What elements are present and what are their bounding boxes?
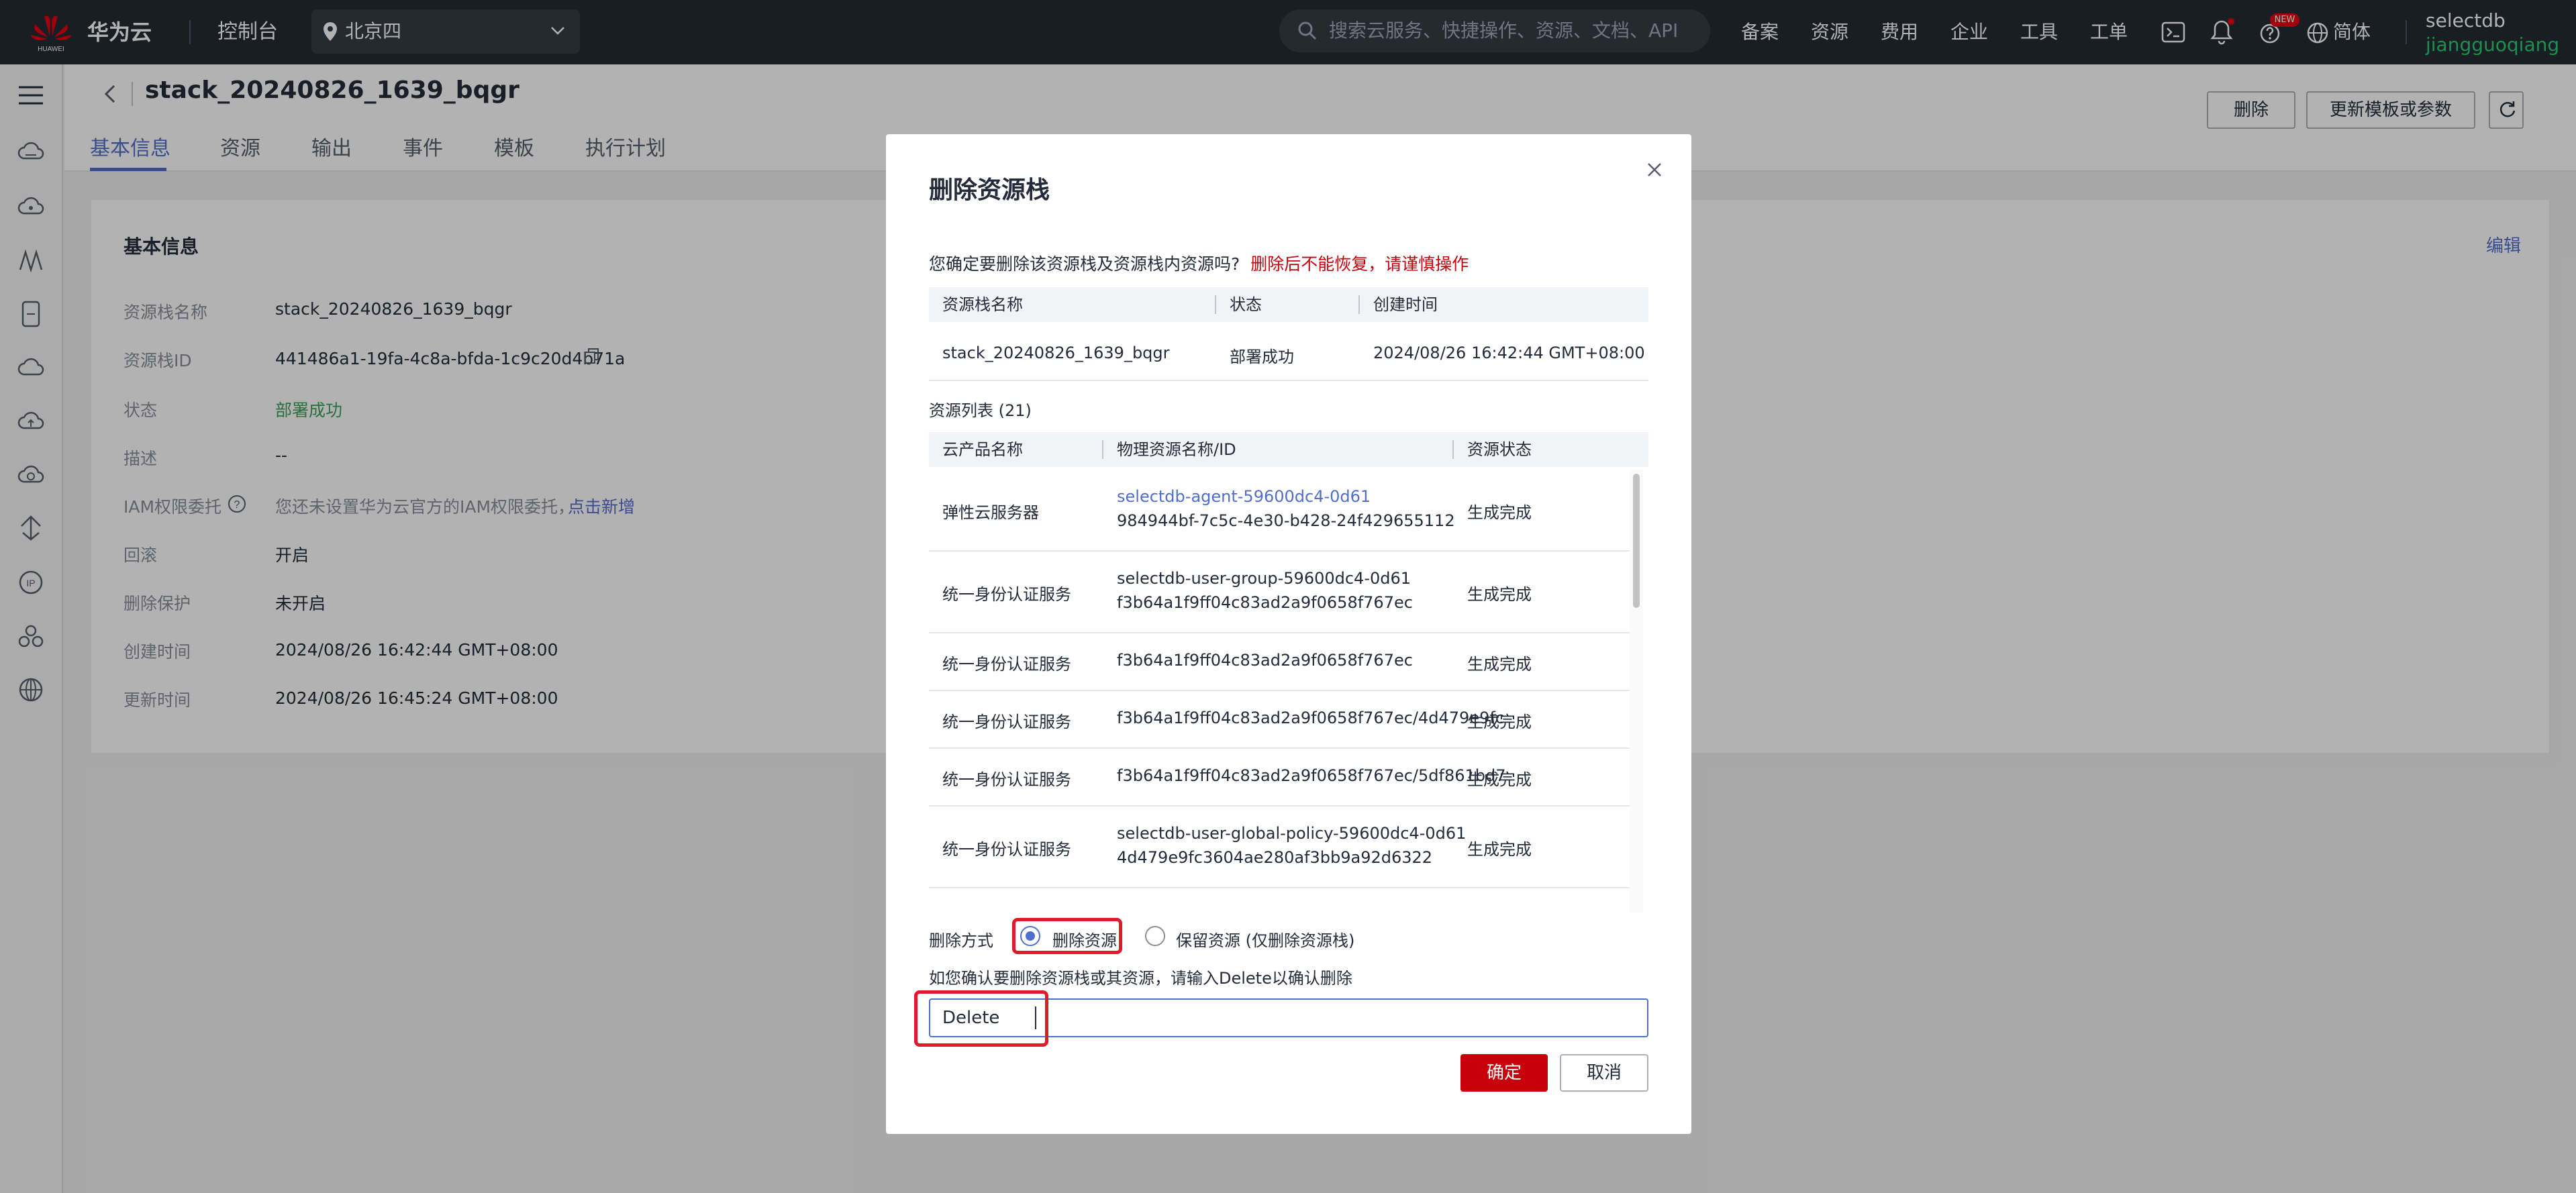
delete-method-label: 删除方式 <box>929 931 993 950</box>
column-header: 资源状态 <box>1467 440 1532 459</box>
close-icon[interactable] <box>1644 160 1665 180</box>
radio-delete-resources[interactable] <box>1020 926 1040 946</box>
resource-status-cell: 生成完成 <box>1467 585 1532 604</box>
resource-id-cell: f3b64a1f9ff04c83ad2a9f0658f767ec <box>1117 593 1413 612</box>
product-cell: 统一身份认证服务 <box>942 713 1071 731</box>
option-delete-label[interactable]: 删除资源 <box>1052 927 1117 951</box>
resource-status-cell: 生成完成 <box>1467 503 1532 522</box>
row-divider <box>929 690 1630 691</box>
product-cell: 统一身份认证服务 <box>942 840 1071 859</box>
stack-status-cell: 部署成功 <box>1230 348 1294 366</box>
resource-name-cell: f3b64a1f9ff04c83ad2a9f0658f767ec <box>1117 651 1413 670</box>
column-header: 状态 <box>1230 295 1262 314</box>
highlight-box <box>914 990 1048 1047</box>
resource-id-cell: 4d479e9fc3604ae280af3bb9a92d6322 <box>1117 848 1433 867</box>
dialog-title: 删除资源栈 <box>929 176 1050 204</box>
confirm-hint: 如您确认要删除资源栈或其资源，请输入Delete以确认删除 <box>929 969 1352 988</box>
product-cell: 统一身份认证服务 <box>942 770 1071 789</box>
product-cell: 弹性云服务器 <box>942 503 1039 522</box>
resource-list-label: 资源列表 (21) <box>929 401 1032 420</box>
resource-name-cell: f3b64a1f9ff04c83ad2a9f0658f767ec/4d479e9… <box>1117 709 1505 727</box>
column-header: 资源栈名称 <box>942 295 1023 314</box>
product-cell: 统一身份认证服务 <box>942 585 1071 604</box>
dialog-description: 您确定要删除该资源栈及资源栈内资源吗? 删除后不能恢复，请谨慎操作 <box>929 251 1469 275</box>
row-divider <box>929 380 1648 381</box>
resource-status-cell: 生成完成 <box>1467 770 1532 789</box>
column-divider <box>1358 295 1360 314</box>
row-divider <box>929 747 1630 749</box>
row-divider <box>929 632 1630 633</box>
stack-created-cell: 2024/08/26 16:42:44 GMT+08:00 <box>1373 344 1645 362</box>
row-divider <box>929 550 1630 552</box>
resource-name-link[interactable]: selectdb-agent-59600dc4-0d61 <box>1117 487 1371 506</box>
column-header: 物理资源名称/ID <box>1117 440 1236 459</box>
column-header: 创建时间 <box>1373 295 1438 314</box>
radio-keep-resources[interactable] <box>1145 926 1165 946</box>
stack-table-header <box>929 287 1648 322</box>
resource-name-cell: selectdb-user-group-59600dc4-0d61 <box>1117 569 1411 588</box>
resource-status-cell: 生成完成 <box>1467 840 1532 859</box>
option-keep-label[interactable]: 保留资源 (仅删除资源栈) <box>1176 927 1354 951</box>
resource-status-cell: 生成完成 <box>1467 713 1532 731</box>
resource-status-cell: 生成完成 <box>1467 655 1532 674</box>
table-scrollbar-thumb[interactable] <box>1633 474 1640 608</box>
irreversible-warning: 删除后不能恢复，请谨慎操作 <box>1250 254 1469 274</box>
confirm-button[interactable]: 确定 <box>1460 1054 1548 1092</box>
resource-table-header <box>929 432 1648 467</box>
resource-id-cell: 984944bf-7c5c-4e30-b428-24f429655112 <box>1117 511 1455 530</box>
column-divider <box>1102 440 1103 459</box>
column-divider <box>1452 440 1454 459</box>
column-divider <box>1215 295 1216 314</box>
row-divider <box>929 805 1630 807</box>
product-cell: 统一身份认证服务 <box>942 655 1071 674</box>
cancel-button[interactable]: 取消 <box>1560 1054 1648 1092</box>
resource-name-cell: selectdb-user-global-policy-59600dc4-0d6… <box>1117 824 1467 843</box>
stack-name-cell: stack_20240826_1639_bqgr <box>942 344 1170 362</box>
confirm-question: 您确定要删除该资源栈及资源栈内资源吗? <box>929 254 1240 274</box>
table-scroll-fade <box>929 888 1630 913</box>
resource-name-cell: f3b64a1f9ff04c83ad2a9f0658f767ec/5df861b… <box>1117 766 1506 785</box>
column-header: 云产品名称 <box>942 440 1023 459</box>
